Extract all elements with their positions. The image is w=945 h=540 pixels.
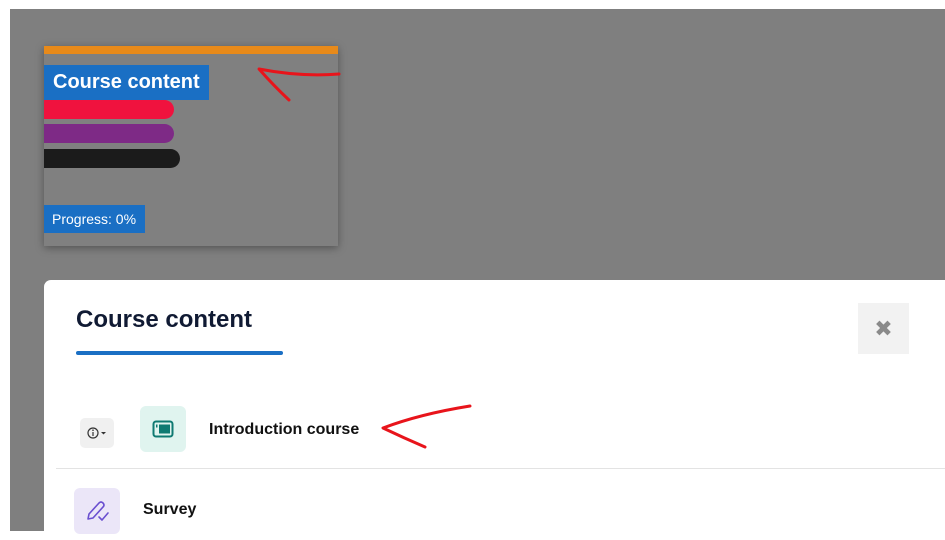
- card-color-bar-purple: [44, 124, 174, 143]
- card-progress: Progress: 0%: [44, 205, 146, 233]
- feedback-icon[interactable]: [74, 488, 120, 534]
- info-icon: [87, 427, 106, 439]
- card-title: Course content: [44, 65, 209, 100]
- item-link-survey[interactable]: Survey: [143, 501, 196, 519]
- card-color-bar-red: [44, 100, 174, 119]
- course-content-modal: Course content ✖ Introduction course Sur…: [44, 280, 945, 534]
- modal-title: Course content: [76, 306, 253, 333]
- list-item: Survey: [56, 470, 945, 540]
- info-dropdown-button[interactable]: [80, 418, 114, 448]
- course-card: Course content Progress: 0%: [44, 46, 338, 246]
- close-button[interactable]: ✖: [858, 303, 909, 354]
- close-icon: ✖: [874, 315, 893, 341]
- list-item: Introduction course: [56, 398, 945, 469]
- item-link-introduction-course[interactable]: Introduction course: [209, 421, 359, 439]
- title-underline: [76, 351, 283, 355]
- card-color-bar-black: [44, 149, 180, 168]
- card-top-bar: [44, 46, 338, 54]
- book-icon[interactable]: [140, 406, 186, 452]
